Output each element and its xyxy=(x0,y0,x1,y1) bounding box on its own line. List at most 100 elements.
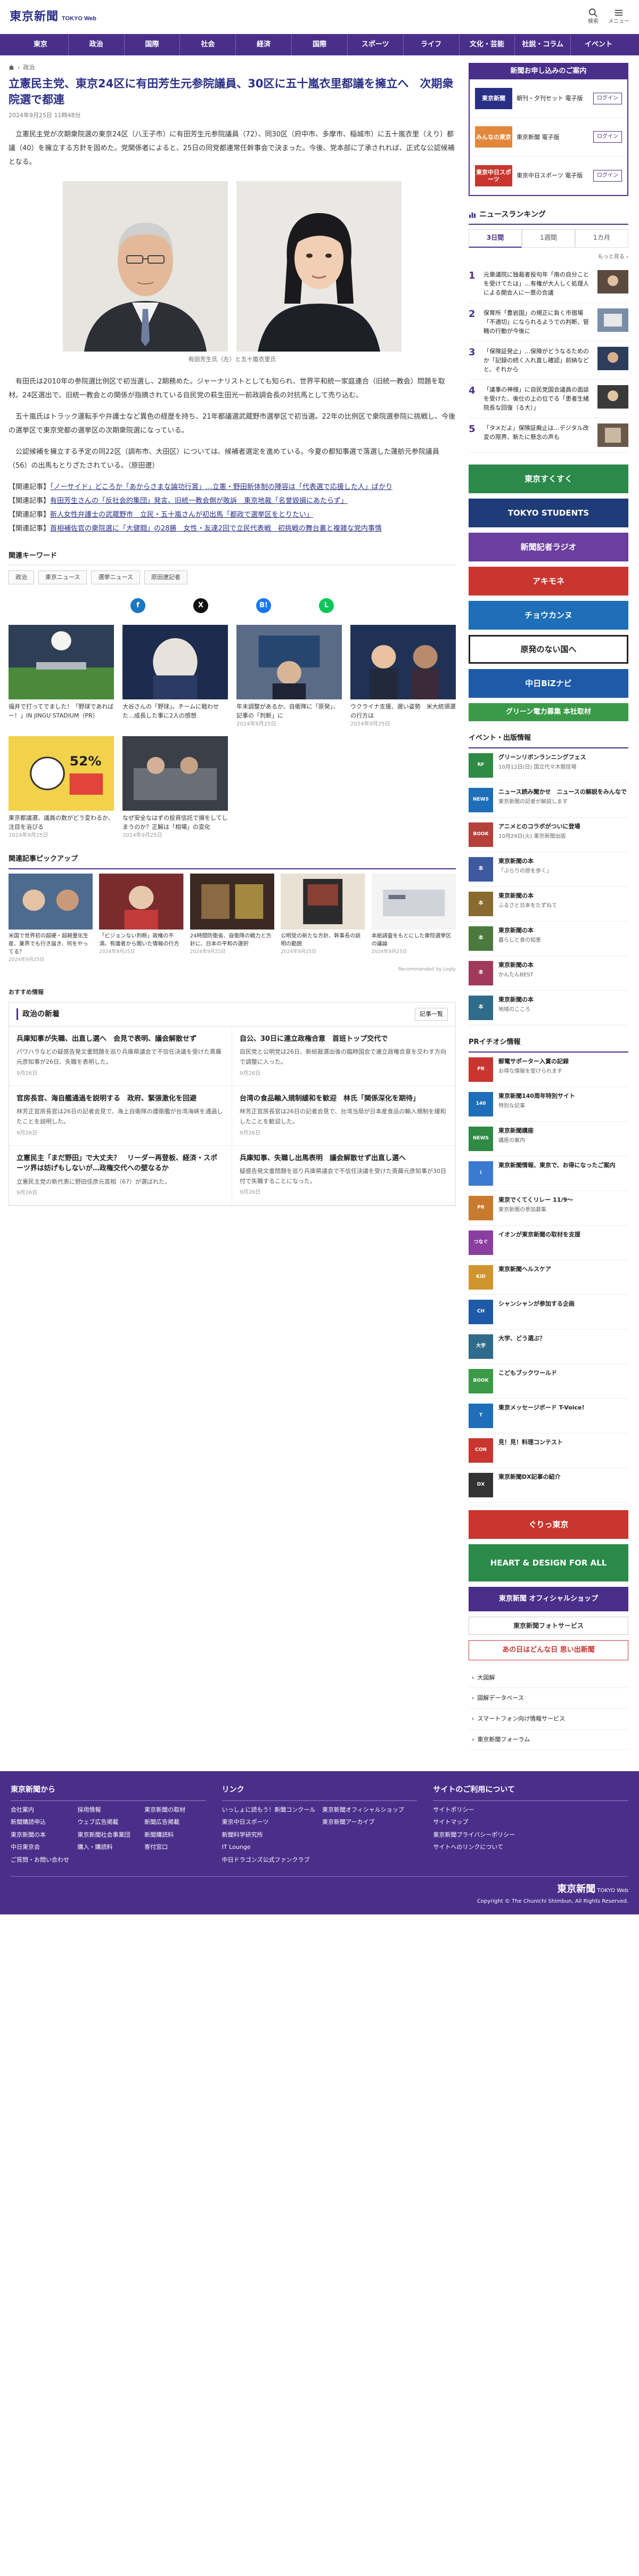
footer-link[interactable]: サイトポリシー xyxy=(433,1805,628,1815)
pr-item[interactable]: BOOK こどもブックワールド xyxy=(469,1364,628,1399)
banner-sukusuku[interactable]: 東京すくすく xyxy=(469,464,628,494)
footer-link[interactable]: サイトへのリンクについて xyxy=(433,1843,628,1852)
event-item[interactable]: NEWS ニュース読み聞かせ ニュースの解説をみんなで 東京新聞の記者が解説します xyxy=(469,783,628,818)
nav-item[interactable]: 東京 xyxy=(13,34,69,55)
search-button[interactable]: 検索 xyxy=(588,8,599,26)
ranking-item[interactable]: 2 保育所「豊岩国」の規正に負く市宿場「不適切」になられるようでの判断、管轄の行… xyxy=(469,303,628,341)
keyword-tag[interactable]: 選挙ニュース xyxy=(91,570,140,585)
nav-item[interactable]: スポーツ xyxy=(348,34,404,55)
footer-link[interactable]: いっしょに読もう！新聞コンクール xyxy=(222,1805,317,1815)
footer-link[interactable]: 中日ドラゴンズ公式ファンクラブ xyxy=(222,1855,317,1865)
footer-link[interactable]: ご質問・お問い合わせ xyxy=(11,1855,72,1865)
pickup-card[interactable]: 「ビジョンない判断」政権の不満、有識者から聞いた情報の行方 2024年9月25日 xyxy=(99,873,184,964)
ranking-item[interactable]: 1 元衆議院に独裁者投句年「南の自分ことを受けてたは」…有権が大人しく処理人によ… xyxy=(469,265,628,303)
footer-link[interactable]: ウェブ広告掲載 xyxy=(78,1817,140,1827)
menu-button[interactable]: メニュー xyxy=(608,8,629,26)
ranking-tab[interactable]: 3日間 xyxy=(469,229,522,248)
related-link[interactable]: 【関連記事】新人女性弁護士の武蔵野市 立民・五十嵐さんが初出馬「都政で選挙区をと… xyxy=(9,508,456,522)
nav-item[interactable]: 社会 xyxy=(180,34,236,55)
footer-link[interactable]: 東京新聞の取材 xyxy=(144,1805,206,1815)
pr-item[interactable]: i 東京新聞情報、東京で、お得になったご案内 xyxy=(469,1156,628,1191)
side-link[interactable]: › スマートフォン向け情報サービス xyxy=(469,1709,628,1730)
footer-link[interactable]: 東京新聞オフィシャルショップ xyxy=(322,1805,417,1815)
footer-link[interactable]: 東京新聞プライバシーポリシー xyxy=(433,1830,628,1840)
related-link[interactable]: 【関連記事】首相補佐官の衆院選に「大健闘」の28勝 女性・友達2回で立民代表戦 … xyxy=(9,522,456,536)
pr-item[interactable]: PR 東京でくてくリレー 11/9〜 東京新聞の参加募集 xyxy=(469,1191,628,1226)
pickup-card[interactable]: 公明党の新たな方針、幹事長の説明の範囲 2024年9月25日 xyxy=(281,873,365,964)
banner-radio[interactable]: 新聞記者ラジオ xyxy=(469,533,628,562)
footer-logo[interactable]: 東京新聞 xyxy=(557,1884,595,1895)
share-facebook-button[interactable]: f xyxy=(130,598,145,614)
side-link[interactable]: › 大図解 xyxy=(469,1668,628,1689)
login-button[interactable]: ログイン xyxy=(593,170,622,182)
share-line-button[interactable]: L xyxy=(319,598,334,614)
nav-item[interactable]: 政治 xyxy=(69,34,125,55)
side-link[interactable]: › 東京新聞フォーラム xyxy=(469,1730,628,1750)
footer-link[interactable]: 新聞科学研究所 xyxy=(222,1830,317,1840)
footer-link[interactable]: 東京新聞の本 xyxy=(11,1830,72,1840)
pickup-card[interactable]: 本紙調査をもとにした衆院選挙区の議論 2024年9月25日 xyxy=(371,873,456,964)
pr-item[interactable]: DX 東京新聞DX記事の紹介 xyxy=(469,1468,628,1503)
login-button[interactable]: ログイン xyxy=(593,131,622,143)
banner-biznavi[interactable]: 中日BiZナビ xyxy=(469,669,628,698)
banner-green[interactable]: グリーン電力募集 本社取材 xyxy=(469,703,628,722)
event-item[interactable]: 本東京新聞の本 「ぶらりの旅を歩く」 xyxy=(469,852,628,887)
pickup-card[interactable]: 米国で世界初の超硬・超軽量化生産、業界でも行き届き、何をやってる？ 2024年9… xyxy=(9,873,93,964)
footer-link[interactable]: 東京新聞アーカイブ xyxy=(322,1817,417,1827)
ranking-tab[interactable]: 1カ月 xyxy=(575,229,628,248)
banner-genpatsu[interactable]: 原発のない国へ xyxy=(469,635,628,664)
related-card[interactable]: ウクライナ支援、遅い姿勢 米大統領選の行方は 2024年9月25日 xyxy=(350,625,456,729)
banner-gurittokyo[interactable]: ぐりっ東京 xyxy=(469,1510,628,1539)
nav-item[interactable]: 経済 xyxy=(236,34,292,55)
footer-link[interactable]: 新聞購読料 xyxy=(144,1830,206,1840)
pr-item[interactable]: PR 郵電サポーター入賞の記録 お得な情報を受けられます xyxy=(469,1053,628,1087)
related-card[interactable]: 福井で打ってでました！「野球であればー！」IN JINGU STADIUM（PR… xyxy=(9,625,114,729)
ranking-more-link[interactable]: もっと見る › xyxy=(469,253,628,262)
footer-link[interactable]: 採用情報 xyxy=(78,1805,140,1815)
footer-link[interactable] xyxy=(322,1843,417,1852)
footer-link[interactable] xyxy=(322,1830,417,1840)
event-item[interactable]: 本東京新聞の本 かんたんBEST xyxy=(469,956,628,991)
pr-item[interactable]: 140 東京新聞140周年特別サイト 特別な記事 xyxy=(469,1087,628,1122)
pr-item[interactable]: CH シャンシャンが参加する企画 xyxy=(469,1295,628,1330)
ranking-item[interactable]: 3 「保険証発止」…保険がどうなるためのか「記録の続く入れ直し確認」前納などと、… xyxy=(469,341,628,380)
politics-more-button[interactable]: 記事一覧 xyxy=(415,1008,448,1021)
footer-link[interactable]: 寄付窓口 xyxy=(144,1843,206,1852)
nav-item[interactable]: 国際 xyxy=(292,34,348,55)
related-link[interactable]: 【関連記事】有田芳生さんの「反社会的集団」発言、旧統一教会側が敗訴 東京地裁「名… xyxy=(9,494,456,508)
nav-item[interactable]: 文化・芸能 xyxy=(460,34,515,55)
site-logo[interactable]: 東京新聞 TOKYO Web xyxy=(10,7,96,26)
footer-link[interactable]: 東京新聞社会事業団 xyxy=(78,1830,140,1840)
footer-link[interactable]: 会社案内 xyxy=(11,1805,72,1815)
event-item[interactable]: BOOK アニメとのコラボがついに登場 10月29日(火) 東京新聞出版 xyxy=(469,818,628,852)
news-item[interactable]: 兵庫知事、失職し出馬表明 議会解散せず出直し選へ 疑惑告発文書問題を巡り兵庫県議… xyxy=(232,1146,455,1206)
footer-link[interactable]: 新聞広告掲載 xyxy=(144,1817,206,1827)
news-item[interactable]: 自公、30日に連立政権合意 首班トップ交代で 自民党と公明党は26日、新総裁選出… xyxy=(232,1026,455,1086)
related-card[interactable]: 52% 東京都議選、議員の数がどう変わるか、注目を浴びる 2024年9月25日 xyxy=(9,736,114,840)
nav-item[interactable]: 社説・コラム xyxy=(515,34,571,55)
news-item[interactable]: 官房長官、海自艦通過を説明する 政府、緊張激化を回避 林芳正官房長官は26日の記… xyxy=(9,1086,232,1146)
news-item[interactable]: 立憲民主「まだ野田」で大丈夫？ リーダー再登板、経済・スポーツ界は妨げもしないが… xyxy=(9,1145,232,1206)
pr-item[interactable]: KID 東京新聞ヘルスケア xyxy=(469,1260,628,1295)
banner-akimone[interactable]: アキモネ xyxy=(469,567,628,596)
nav-item[interactable]: イベント xyxy=(571,34,626,55)
home-icon[interactable] xyxy=(9,64,14,70)
pr-item[interactable]: T 東京メッセージボード T-Voice! xyxy=(469,1399,628,1433)
news-item[interactable]: 台湾の食品輸入規制緩和を歓迎 林氏「関係深化を期待」 林芳正官房長官は26日の記… xyxy=(232,1086,455,1146)
banner-photo-service[interactable]: 東京新聞フォトサービス xyxy=(469,1616,628,1635)
breadcrumb-section[interactable]: 政治 xyxy=(23,63,35,72)
share-x-button[interactable]: X xyxy=(193,598,208,614)
related-link[interactable]: 【関連記事】「ノーサイド」どころか「あからさまな論功行賞」…立憲・野田新体制の陣… xyxy=(9,480,456,494)
banner-heart-design[interactable]: HEART & DESIGN FOR ALL xyxy=(469,1544,628,1582)
footer-link[interactable]: 購入・購読料 xyxy=(78,1843,140,1852)
footer-link[interactable]: 東京中日スポーツ xyxy=(222,1817,317,1827)
footer-link[interactable]: IT Lounge xyxy=(222,1843,317,1852)
footer-link[interactable]: 新聞購読申込 xyxy=(11,1817,72,1827)
news-item[interactable]: 兵庫知事が失職、出直し選へ 会見で表明、議会解散せず パワハラなどの疑惑告発文書… xyxy=(9,1026,232,1086)
banner-omoide[interactable]: あの日はどんな日 思い出新聞 xyxy=(469,1640,628,1660)
banner-official-shop[interactable]: 東京新聞 オフィシャルショップ xyxy=(469,1586,628,1611)
nav-item[interactable]: ライフ xyxy=(404,34,460,55)
pr-item[interactable]: 大学 大学、どう選ぶ？ xyxy=(469,1330,628,1364)
footer-link[interactable]: 中日東京会 xyxy=(11,1843,72,1852)
event-item[interactable]: 本東京新聞の本 地域のこころ xyxy=(469,991,628,1025)
